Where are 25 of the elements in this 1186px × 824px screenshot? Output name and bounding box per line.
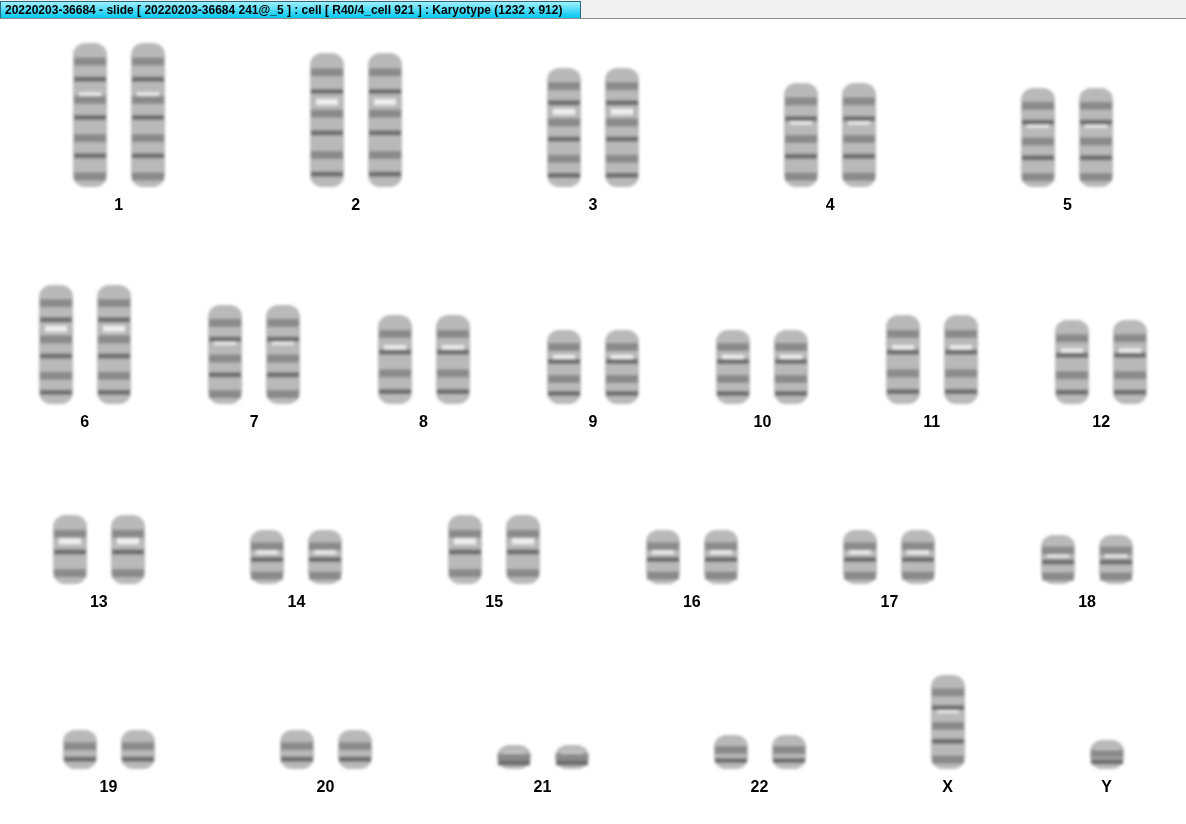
chromosome-number: 6 bbox=[80, 413, 90, 431]
chromosome-number: 13 bbox=[89, 593, 108, 611]
chromosome-number: 17 bbox=[880, 593, 899, 611]
chromosome-number: 7 bbox=[249, 413, 259, 431]
chromosome-number: 11 bbox=[923, 413, 941, 431]
chromosome-number: 1 bbox=[114, 196, 124, 214]
chromosome-number: 16 bbox=[682, 593, 701, 611]
chromosome-number: 21 bbox=[533, 778, 552, 796]
chromosome-number: Y bbox=[1101, 778, 1112, 796]
chromosome-number: 19 bbox=[99, 778, 118, 796]
chromosome-number: 9 bbox=[588, 413, 598, 431]
chromosome-number: 5 bbox=[1062, 196, 1072, 214]
chromosome-number: 10 bbox=[753, 413, 772, 431]
chromosome-number: 20 bbox=[316, 778, 335, 796]
chromosome-number: 15 bbox=[485, 593, 504, 611]
chromosome-number: X bbox=[942, 778, 953, 796]
chromosome-number: 18 bbox=[1078, 593, 1096, 611]
chromosome-number: 2 bbox=[351, 196, 361, 214]
chromosome-number: 12 bbox=[1092, 413, 1111, 431]
chromosome-number: 3 bbox=[588, 196, 598, 214]
window-title: 20220203-36684 - slide [ 20220203-36684 241@_5 ] : cell [ R40/4_cell 921 ] : Karyotype (1232 x 912) bbox=[0, 1, 582, 18]
chromosome-number: 4 bbox=[825, 196, 835, 214]
chromosome-number: 8 bbox=[419, 413, 428, 431]
chromosome-number: 22 bbox=[750, 778, 769, 796]
chromosome-number: 14 bbox=[287, 593, 306, 611]
